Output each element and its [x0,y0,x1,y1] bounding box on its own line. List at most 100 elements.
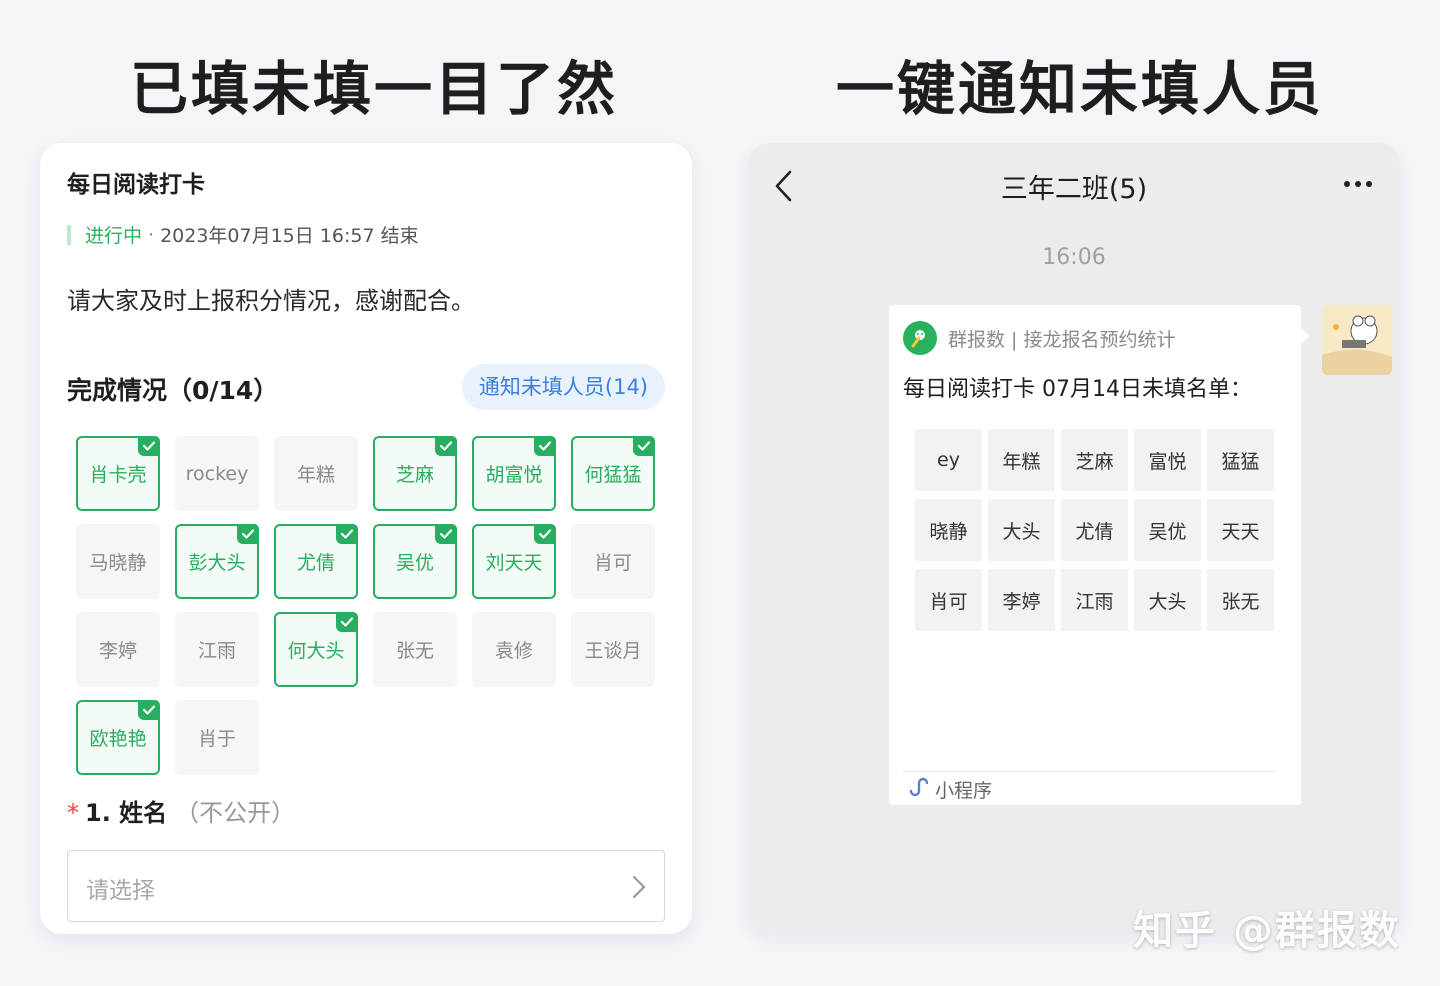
member-name: 袁修 [494,640,533,662]
required-mark: * [67,799,79,827]
member-name: 胡富悦 [485,464,543,486]
member-tile[interactable]: 肖可 [571,524,655,599]
chat-title: 三年二班(5) [1000,174,1148,205]
check-icon [534,524,556,544]
question-title: 1. 姓名 [85,799,168,827]
app-name: 群报数 | 接龙报名预约统计 [948,329,1176,351]
unfilled-name-cell: 猛猛 [1207,429,1274,491]
task-title: 每日阅读打卡 [67,172,205,198]
member-tile[interactable]: 何大头 [274,612,358,687]
check-icon [237,524,259,544]
member-tile[interactable]: 袁修 [472,612,556,687]
member-tile[interactable]: 胡富悦 [472,436,556,511]
member-name: rockey [185,462,249,485]
member-tile[interactable]: 彭大头 [175,524,259,599]
member-tile[interactable]: 尤倩 [274,524,358,599]
member-name: 彭大头 [188,552,246,574]
member-tile[interactable]: 芝麻 [373,436,457,511]
unfilled-name-cell: 吴优 [1134,499,1201,561]
unfilled-name-cell: 天天 [1207,499,1274,561]
status-separator: · [148,223,155,246]
avatar[interactable] [1322,305,1392,375]
unfilled-name-cell: 富悦 [1134,429,1201,491]
member-tile[interactable]: 江雨 [175,612,259,687]
end-time: 2023年07月15日 16:57 结束 [160,225,419,247]
question-note: （不公开） [175,799,296,827]
member-tile[interactable]: 李婷 [76,612,160,687]
app-logo-icon [903,321,937,355]
chevron-right-icon [632,875,646,903]
status-indicator [67,224,71,245]
member-name: 刘天天 [485,552,543,574]
headline-left: 已填未填一目了然 [130,55,619,123]
check-icon [138,700,160,720]
check-icon [336,524,358,544]
mini-program-label: 小程序 [907,776,992,803]
unfilled-name-cell: 大头 [1134,569,1201,631]
member-name: 何大头 [287,640,345,662]
member-name: 尤倩 [296,552,335,574]
member-tile[interactable]: 马晓静 [76,524,160,599]
message-title: 每日阅读打卡 07月14日未填名单： [903,377,1252,402]
member-name: 欧艳艳 [89,728,147,750]
unfilled-name-cell: 芝麻 [1061,429,1128,491]
member-name: 年糕 [296,464,335,486]
unfilled-name-cell: 尤倩 [1061,499,1128,561]
member-name: 肖可 [593,552,632,574]
member-tile[interactable]: 张无 [373,612,457,687]
member-name: 马晓静 [89,552,147,574]
unfilled-name-cell: ey [915,429,982,491]
unfilled-name-cell: 年糕 [988,429,1055,491]
name-select[interactable]: 请选择 [67,850,665,922]
status-text: 进行中 [85,225,143,247]
member-name: 芝麻 [395,464,434,486]
message-time: 16:06 [1042,245,1106,270]
member-tile[interactable]: 肖卡壳 [76,436,160,511]
form-card: 每日阅读打卡 进行中 · 2023年07月15日 16:57 结束 请大家及时上… [40,143,692,934]
member-name: 张无 [395,640,434,662]
bubble-tail [1301,328,1310,344]
progress-title: 完成情况（0/14） [67,376,279,405]
mini-program-card[interactable]: 群报数 | 接龙报名预约统计 每日阅读打卡 07月14日未填名单： ey 年糕 芝麻… [889,305,1301,805]
select-placeholder: 请选择 [86,878,155,904]
mini-program-icon [907,776,929,803]
task-description: 请大家及时上报积分情况，感谢配合。 [67,287,475,315]
member-tile[interactable]: 欧艳艳 [76,700,160,775]
member-tile[interactable]: 何猛猛 [571,436,655,511]
check-icon [138,436,160,456]
unfilled-name-cell: 晓静 [915,499,982,561]
unfilled-name-cell: 肖可 [915,569,982,631]
unfilled-name-cell: 张无 [1207,569,1274,631]
more-icon[interactable] [1344,181,1372,187]
unfilled-name-grid: ey 年糕 芝麻 富悦 猛猛 晓静 大头 尤倩 吴优 天天 肖可 李婷 江雨 大头 张无 [915,429,1274,631]
notify-unfilled-button[interactable]: 通知未填人员(14) [461,364,665,410]
headline-right: 一键通知未填人员 [836,55,1325,123]
status-line: 进行中 · 2023年07月15日 16:57 结束 [67,221,419,248]
check-icon [633,436,655,456]
member-name: 吴优 [395,552,434,574]
unfilled-name-cell: 李婷 [988,569,1055,631]
member-tile[interactable]: 年糕 [274,436,358,511]
check-icon [534,436,556,456]
check-icon [336,612,358,632]
check-icon [435,436,457,456]
member-grid: 肖卡壳 rockey 年糕 芝麻 胡富悦 何猛猛马晓静 彭大头 尤倩 吴优 刘天天 肖可李婷 江雨 何大… [76,436,676,775]
unfilled-name-cell: 江雨 [1061,569,1128,631]
chat-card: 三年二班(5) 16:06 群报数 | 接龙报名预约统计 每日阅读打卡 07月1… [748,143,1400,934]
mini-program-text: 小程序 [935,780,993,802]
member-name: 江雨 [197,640,236,662]
member-name: 肖卡壳 [89,464,147,486]
member-tile[interactable]: 吴优 [373,524,457,599]
member-name: 李婷 [98,640,137,662]
member-tile[interactable]: 刘天天 [472,524,556,599]
question-label: * 1. 姓名 （不公开） [67,793,295,828]
member-name: 何猛猛 [584,464,642,486]
member-name: 王谈月 [584,640,642,662]
member-tile[interactable]: 王谈月 [571,612,655,687]
bubble-divider [903,771,1277,772]
member-tile[interactable]: rockey [175,436,259,511]
member-name: 肖于 [197,728,236,750]
member-tile[interactable]: 肖于 [175,700,259,775]
check-icon [435,524,457,544]
watermark: 知乎 @群报数 [1133,908,1401,954]
